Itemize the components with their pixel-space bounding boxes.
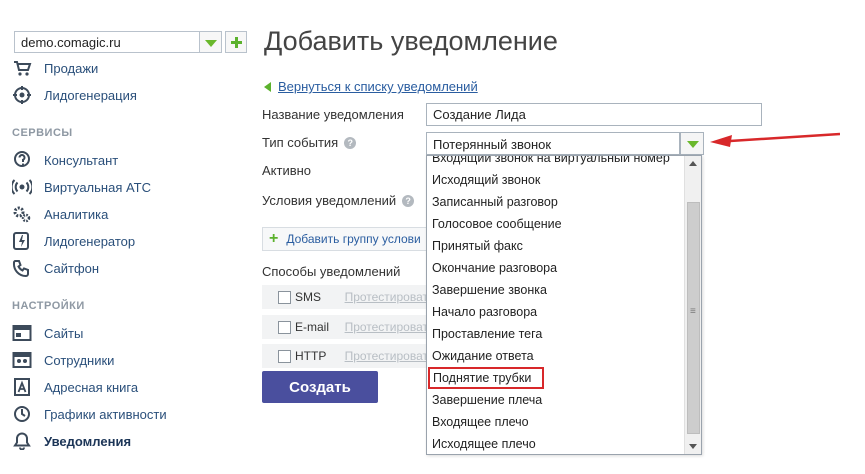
sidebar-item-lead-generation[interactable]: Лидогенерация [12,85,137,105]
sidebar-item-notifications[interactable]: Уведомления [12,431,131,451]
dropdown-scrollbar[interactable] [684,156,701,454]
event-type-select-arrow[interactable] [680,132,704,155]
dropdown-option[interactable]: Завершение плеча [427,389,685,411]
add-condition-group-button[interactable]: + Добавить группу услови [262,227,430,251]
sidebar-item-address-book[interactable]: Адресная книга [12,377,138,397]
dropdown-option[interactable]: Окончание разговора [427,257,685,279]
dropdown-option[interactable]: Завершение звонка [427,279,685,301]
target-icon [12,86,32,104]
radio-waves-icon [12,178,32,196]
test-link[interactable]: Протестироват [339,320,428,334]
notification-name-input[interactable]: Создание Лида [426,103,762,126]
sidebar-item-employees[interactable]: Сотрудники [12,350,114,370]
conditions-label-row: Условия уведомлений? [262,193,415,208]
name-label: Название уведомления [262,107,404,122]
dropdown-option[interactable]: Голосовое сообщение [427,213,685,235]
back-to-list-link[interactable]: Вернуться к списку уведомлений [264,79,478,94]
back-arrow-icon [264,81,271,92]
dropdown-option[interactable]: Входящий звонок на виртуальный номер [427,156,685,169]
clock-icon [12,405,32,423]
conditions-label: Условия уведомлений [262,193,397,208]
test-link[interactable]: Протестироват [339,349,428,363]
sidebar-item-label: Виртуальная АТС [44,179,151,195]
dropdown-options: Входящий звонок на виртуальный номер Исх… [427,156,685,454]
sidebar-item-label: Уведомления [44,433,132,449]
sidebar-item-label: Лидогенератор [44,233,136,249]
section-title-settings: НАСТРОЙКИ [12,300,85,312]
cart-icon [12,59,32,77]
http-checkbox[interactable] [278,349,291,363]
email-checkbox[interactable] [278,320,291,334]
lightning-icon [12,232,32,250]
sidebar-item-activity-schedules[interactable]: Графики активности [12,404,167,424]
scrollbar-thumb[interactable] [687,202,700,434]
event-type-label-row: Тип события? [262,135,357,150]
sidebar-item-analytics[interactable]: Аналитика [12,204,108,224]
site-select[interactable]: demo.comagic.ru [14,31,200,53]
method-row-email: E-mail Протестироват [262,315,428,339]
sidebar-item-label: Продажи [44,60,99,76]
sidebar-item-label: Сайты [44,325,84,341]
sms-checkbox[interactable] [278,290,291,304]
dropdown-option[interactable]: Исходящее плечо [427,433,685,454]
gears-icon [12,205,32,223]
sidebar-item-label: Сайтфон [44,260,100,276]
sidebar-item-sales[interactable]: Продажи [12,58,98,78]
back-link-text: Вернуться к списку уведомлений [278,79,478,94]
page-title: Добавить уведомление [264,26,558,56]
bell-icon [12,432,32,450]
add-group-label: Добавить группу услови [286,232,421,246]
sidebar-item-label: Адресная книга [44,379,139,395]
add-site-button[interactable] [225,31,247,53]
people-icon [12,351,32,369]
sidebar-item-label: Консультант [44,152,119,168]
active-label: Активно [262,163,312,178]
help-icon[interactable]: ? [402,195,415,207]
dropdown-option[interactable]: Записанный разговор [427,191,685,213]
sidebar-item-sites[interactable]: Сайты [12,323,83,343]
address-book-icon [12,378,32,396]
sidebar: demo.comagic.ru Продажи Лидогенерация СЕ… [0,0,252,474]
methods-label: Способы уведомлений [262,264,401,279]
sidebar-item-virtual-pbx[interactable]: Виртуальная АТС [12,177,151,197]
dropdown-option[interactable]: Входящее плечо [427,411,685,433]
method-label: E-mail [295,320,330,334]
dropdown-option-highlighted[interactable]: Поднятие трубки [428,367,544,389]
sidebar-item-sitephone[interactable]: Сайтфон [12,258,99,278]
window-icon [12,324,32,342]
dropdown-option[interactable]: Ожидание ответа [427,345,685,367]
plus-icon: + [269,230,279,247]
sidebar-item-label: Аналитика [44,206,109,222]
method-row-sms: SMS Протестироват [262,285,428,309]
event-type-label: Тип события [262,135,339,150]
test-link[interactable]: Протестироват [339,290,428,304]
dropdown-option[interactable]: Проставление тега [427,323,685,345]
event-type-dropdown-list: Входящий звонок на виртуальный номер Исх… [426,155,702,455]
method-label: HTTP [295,349,327,363]
dropdown-option[interactable]: Принятый факс [427,235,685,257]
create-button[interactable]: Создать [262,371,378,403]
scroll-down-icon[interactable] [685,438,701,454]
help-icon[interactable]: ? [344,137,357,149]
section-title-services: СЕРВИСЫ [12,127,73,139]
chat-question-icon [12,151,32,169]
sidebar-item-label: Графики активности [44,406,167,422]
sidebar-item-label: Лидогенерация [44,87,137,103]
method-row-http: HTTP Протестироват [262,344,428,368]
dropdown-option[interactable]: Начало разговора [427,301,685,323]
sidebar-item-label: Сотрудники [44,352,115,368]
method-label: SMS [295,290,322,304]
sidebar-item-consultant[interactable]: Консультант [12,150,118,170]
dropdown-option[interactable]: Исходящий звонок [427,169,685,191]
red-pointer-arrow-icon [710,132,840,147]
scroll-up-icon[interactable] [685,156,701,172]
sidebar-item-lead-generator[interactable]: Лидогенератор [12,231,135,251]
event-type-select[interactable]: Потерянный звонок [426,132,680,155]
phone-icon [12,259,32,277]
site-select-arrow[interactable] [200,31,222,53]
